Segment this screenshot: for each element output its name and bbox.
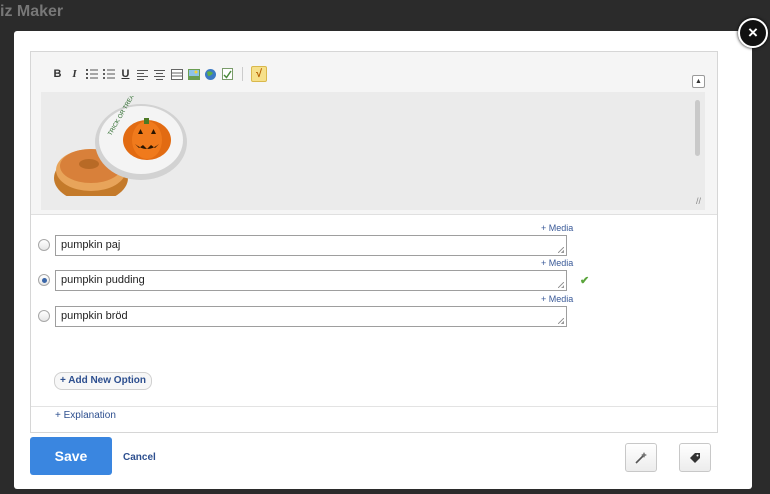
- italic-button[interactable]: I: [66, 66, 83, 82]
- option-radio-2[interactable]: [38, 274, 50, 286]
- equation-label: √: [255, 68, 263, 80]
- add-explanation-link[interactable]: + Explanation: [55, 410, 116, 421]
- align-left-button[interactable]: [134, 66, 151, 82]
- image-icon: [187, 68, 200, 80]
- table-icon: [170, 68, 183, 80]
- magic-wand-button[interactable]: [625, 443, 657, 472]
- add-media-link-2[interactable]: + Media: [541, 258, 573, 268]
- editor-scroll-up-button[interactable]: ▲: [692, 75, 705, 88]
- equation-button[interactable]: √: [251, 66, 267, 82]
- link-button[interactable]: [202, 66, 219, 82]
- document-check-icon: [222, 68, 233, 80]
- ordered-list-button[interactable]: [83, 66, 100, 82]
- editor-scrollbar[interactable]: [695, 100, 700, 156]
- add-new-option-button[interactable]: + Add New Option: [54, 372, 153, 390]
- unordered-list-button[interactable]: [100, 66, 117, 82]
- cancel-link[interactable]: Cancel: [123, 452, 156, 463]
- option-input-1[interactable]: pumpkin paj: [55, 235, 567, 256]
- explanation-divider: [31, 406, 717, 407]
- align-center-icon: [154, 69, 165, 80]
- option-input-3[interactable]: pumpkin bröd: [55, 306, 567, 327]
- editor-content-area[interactable]: TRICK OR TREAT //: [41, 92, 705, 210]
- italic-label: I: [72, 68, 77, 80]
- option-row-2: pumpkin pudding: [38, 270, 578, 292]
- rich-text-editor: B I U √ ▲ TRICK OR TREAT //: [31, 52, 717, 215]
- option-radio-1[interactable]: [38, 239, 50, 251]
- underline-label: U: [121, 68, 130, 80]
- correct-answer-check-icon: ✔: [580, 275, 590, 287]
- option-input-2[interactable]: pumpkin pudding: [55, 270, 567, 291]
- underline-button[interactable]: U: [117, 66, 134, 82]
- ordered-list-icon: [85, 69, 98, 79]
- option-radio-3[interactable]: [38, 310, 50, 322]
- add-media-link-3[interactable]: + Media: [541, 294, 573, 304]
- align-left-icon: [137, 69, 148, 80]
- table-button[interactable]: [168, 66, 185, 82]
- globe-link-icon: [205, 68, 216, 80]
- close-icon: ×: [748, 23, 758, 42]
- resize-handle[interactable]: //: [696, 196, 701, 206]
- unordered-list-icon: [102, 69, 115, 79]
- option-row-1: pumpkin paj: [38, 235, 578, 257]
- editor-toolbar: B I U √: [49, 65, 267, 83]
- add-media-link-1[interactable]: + Media: [541, 223, 573, 233]
- option-row-3: pumpkin bröd: [38, 306, 578, 328]
- quiz-editor-modal: B I U √ ▲ TRICK OR TREAT // + Media pump…: [14, 31, 752, 489]
- spellcheck-button[interactable]: [219, 66, 236, 82]
- tag-button[interactable]: [679, 443, 711, 472]
- bold-label: B: [53, 68, 62, 80]
- background-app-title: iz Maker: [0, 3, 64, 20]
- tag-icon: [690, 452, 700, 463]
- toolbar-separator: [242, 67, 243, 81]
- image-button[interactable]: [185, 66, 202, 82]
- align-center-button[interactable]: [151, 66, 168, 82]
- bold-button[interactable]: B: [49, 66, 66, 82]
- magic-wand-icon: [635, 451, 647, 464]
- close-modal-button[interactable]: ×: [738, 18, 768, 48]
- question-image: TRICK OR TREAT: [54, 96, 187, 196]
- save-button[interactable]: Save: [30, 437, 112, 475]
